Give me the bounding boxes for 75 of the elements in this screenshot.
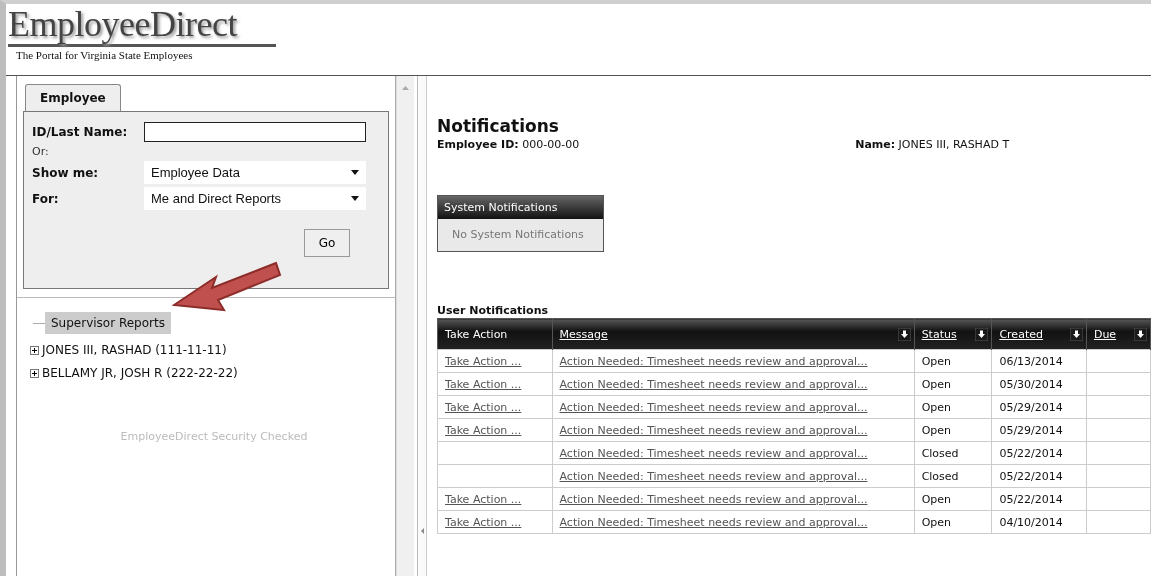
field-label: For: — [32, 191, 60, 206]
take-action-link[interactable]: Take Action ... — [445, 515, 522, 529]
take-action-link[interactable]: Take Action ... — [445, 492, 522, 506]
tree-item[interactable]: Supervisor Reports — [45, 312, 171, 334]
take-action-link[interactable]: Take Action ... — [445, 354, 522, 368]
table-cell: Open — [914, 372, 992, 396]
table-cell: Closed — [914, 441, 992, 465]
table-cell — [1086, 418, 1151, 442]
employee-name: Name: JONES III, RASHAD T — [855, 138, 1010, 151]
message-link[interactable]: Action Needed: Timesheet needs review and approval... — [559, 423, 868, 437]
employee-id: Employee ID: 000-00-00 — [437, 138, 580, 151]
sort-icon[interactable] — [897, 327, 911, 341]
take-action-link[interactable]: Take Action ... — [445, 400, 522, 414]
caret-icon — [351, 196, 359, 201]
tagline: The Portal for Virginia State Employees — [15, 48, 194, 61]
take-action-link[interactable]: Take Action ... — [445, 377, 522, 391]
security-note: EmployeeDirect Security Checked — [120, 430, 308, 443]
table-cell: 05/29/2014 — [991, 395, 1087, 419]
go-button[interactable]: Go — [304, 229, 350, 257]
table-cell: 05/29/2014 — [991, 418, 1087, 442]
column-header[interactable]: Due — [1086, 318, 1151, 350]
table-cell — [1086, 441, 1151, 465]
empty-message: No System Notifications — [452, 228, 584, 241]
table-cell — [1086, 487, 1151, 511]
id-input-field[interactable] — [144, 122, 366, 142]
message-link[interactable]: Action Needed: Timesheet needs review and approval... — [559, 446, 868, 460]
column-header[interactable]: Created — [991, 318, 1087, 350]
table-cell: Open — [914, 418, 992, 442]
table-cell: 05/22/2014 — [991, 464, 1087, 488]
caret-icon — [351, 170, 359, 175]
table-cell: 05/30/2014 — [991, 372, 1087, 396]
employee-tab[interactable]: Employee — [25, 84, 121, 111]
column-header[interactable]: Message — [552, 318, 915, 350]
take-action-link[interactable]: Take Action ... — [445, 423, 522, 437]
table-cell — [1086, 349, 1151, 373]
column-header[interactable]: Status — [914, 318, 992, 350]
table-cell — [1086, 510, 1151, 534]
panel-header: System Notifications — [438, 196, 603, 219]
table-cell: 05/22/2014 — [991, 487, 1087, 511]
section-title: User Notifications — [437, 304, 550, 317]
message-link[interactable]: Action Needed: Timesheet needs review and approval... — [559, 354, 868, 368]
field-label: Show me: — [32, 165, 100, 180]
logo-text: EmployeeDirect — [8, 4, 276, 47]
field-label: ID/Last Name: — [32, 125, 129, 139]
tree-item[interactable]: BELLAMY JR, JOSH R (222-22-22) — [42, 366, 238, 380]
sort-icon[interactable] — [1134, 327, 1147, 341]
show-me-dropdown[interactable]: Employee Data — [144, 161, 366, 184]
table-cell — [1086, 395, 1151, 419]
table-cell: 05/22/2014 — [991, 441, 1087, 465]
message-link[interactable]: Action Needed: Timesheet needs review and approval... — [559, 377, 868, 391]
message-link[interactable]: Action Needed: Timesheet needs review and approval... — [559, 515, 868, 529]
sort-icon[interactable] — [975, 327, 989, 341]
tree-item[interactable]: JONES III, RASHAD (111-11-11) — [42, 343, 227, 357]
table-cell — [1086, 464, 1151, 488]
message-link[interactable]: Action Needed: Timesheet needs review and approval... — [559, 469, 868, 483]
collapse-arrow-icon[interactable] — [420, 528, 424, 534]
table-cell: Open — [914, 487, 992, 511]
table-cell: Closed — [914, 464, 992, 488]
table-cell — [1086, 372, 1151, 396]
table-cell: Open — [914, 395, 992, 419]
expand-icon[interactable] — [30, 345, 39, 355]
column-header: Take Action — [437, 318, 553, 350]
table-cell: 04/10/2014 — [991, 510, 1087, 534]
table-cell: 06/13/2014 — [991, 349, 1087, 373]
table-cell: Open — [914, 510, 992, 534]
for-dropdown[interactable]: Me and Direct Reports — [144, 187, 366, 210]
expand-icon[interactable] — [30, 368, 39, 378]
splitter-handle[interactable] — [418, 76, 427, 576]
table-cell: Open — [914, 349, 992, 373]
message-link[interactable]: Action Needed: Timesheet needs review and approval... — [559, 400, 868, 414]
sort-icon[interactable] — [1069, 327, 1083, 341]
scrollbar[interactable] — [396, 76, 414, 576]
page-title: Notifications — [437, 116, 560, 136]
message-link[interactable]: Action Needed: Timesheet needs review and approval... — [559, 492, 868, 506]
or-label: Or: — [32, 145, 50, 158]
